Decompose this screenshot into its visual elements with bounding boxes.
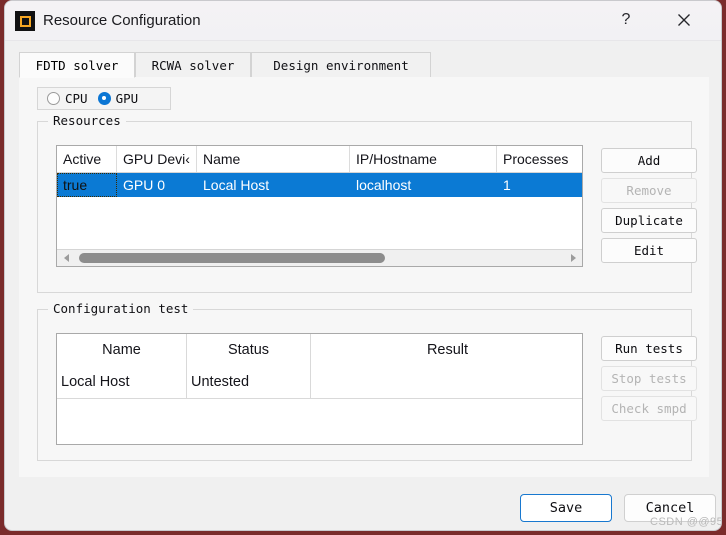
column-header-ip-hostname[interactable]: IP/Hostname — [350, 146, 497, 172]
resources-group-label: Resources — [48, 113, 126, 128]
title-bar: Resource Configuration ? — [5, 1, 721, 41]
configuration-test-group-label: Configuration test — [48, 301, 194, 316]
duplicate-button[interactable]: Duplicate — [601, 208, 697, 233]
resources-table-header: Active GPU Devi‹ Name IP/Hostname Proces… — [57, 146, 582, 173]
table-row[interactable]: true GPU 0 Local Host localhost 1 — [57, 173, 582, 197]
radio-gpu[interactable]: GPU — [97, 91, 139, 106]
check-smpd-button: Check smpd — [601, 396, 697, 421]
column-header-name[interactable]: Name — [197, 146, 350, 172]
scrollbar-thumb[interactable] — [79, 253, 385, 263]
resources-table[interactable]: Active GPU Devi‹ Name IP/Hostname Proces… — [56, 145, 583, 267]
add-button[interactable]: Add — [601, 148, 697, 173]
fdtd-solver-tab-panel: CPU GPU Resources Active GPU Devi‹ Name … — [19, 77, 709, 477]
radio-cpu[interactable]: CPU — [47, 91, 88, 106]
radio-cpu-indicator-icon — [47, 92, 60, 105]
table-row-separator — [57, 398, 582, 399]
scroll-left-arrow-icon[interactable] — [58, 250, 74, 266]
save-button[interactable]: Save — [520, 494, 612, 522]
column-header-test-name[interactable]: Name — [57, 334, 187, 366]
column-header-active[interactable]: Active — [57, 146, 117, 172]
cell-active[interactable]: true — [57, 173, 117, 197]
scroll-right-arrow-icon[interactable] — [565, 250, 581, 266]
resource-configuration-dialog: Resource Configuration ? FDTD solver RCW… — [4, 0, 722, 531]
close-icon[interactable] — [661, 1, 707, 39]
configuration-test-group: Configuration test Name Status Result Lo… — [37, 301, 697, 461]
solver-mode-selector: CPU GPU — [37, 87, 171, 110]
column-header-gpu-device[interactable]: GPU Devi‹ — [117, 146, 197, 172]
cell-name[interactable]: Local Host — [197, 173, 350, 197]
configuration-test-table[interactable]: Name Status Result Local Host Untested — [56, 333, 583, 445]
tab-bar: FDTD solver RCWA solver Design environme… — [19, 52, 709, 78]
edit-button[interactable]: Edit — [601, 238, 697, 263]
column-header-test-result[interactable]: Result — [311, 334, 582, 366]
cell-test-name[interactable]: Local Host — [57, 366, 187, 398]
tab-strip-filler — [431, 52, 709, 78]
tab-fdtd-solver[interactable]: FDTD solver — [19, 52, 135, 78]
app-icon-inner-square — [19, 15, 31, 27]
column-header-test-status[interactable]: Status — [187, 334, 311, 366]
remove-button: Remove — [601, 178, 697, 203]
cell-processes[interactable]: 1 — [497, 173, 582, 197]
cell-test-result[interactable] — [311, 366, 582, 398]
stop-tests-button: Stop tests — [601, 366, 697, 391]
tab-design-environment[interactable]: Design environment — [251, 52, 431, 78]
cell-gpu-device[interactable]: GPU 0 — [117, 173, 197, 197]
radio-gpu-label: GPU — [115, 91, 139, 106]
help-button[interactable]: ? — [603, 1, 649, 39]
configuration-test-table-header: Name Status Result — [57, 334, 582, 366]
cell-ip-hostname[interactable]: localhost — [350, 173, 497, 197]
window-title: Resource Configuration — [43, 12, 201, 29]
column-header-processes[interactable]: Processes — [497, 146, 582, 172]
radio-cpu-label: CPU — [65, 91, 88, 106]
cell-test-status[interactable]: Untested — [187, 366, 311, 398]
watermark: CSDN @@957 — [650, 516, 722, 528]
radio-gpu-indicator-icon — [97, 92, 111, 105]
tab-rcwa-solver[interactable]: RCWA solver — [135, 52, 251, 78]
resources-horizontal-scrollbar[interactable] — [57, 249, 582, 266]
app-square-icon — [15, 11, 35, 31]
resources-group: Resources Active GPU Devi‹ Name IP/Hostn… — [37, 113, 697, 293]
resources-table-empty-area — [57, 197, 582, 239]
table-row[interactable]: Local Host Untested — [57, 366, 582, 398]
run-tests-button[interactable]: Run tests — [601, 336, 697, 361]
